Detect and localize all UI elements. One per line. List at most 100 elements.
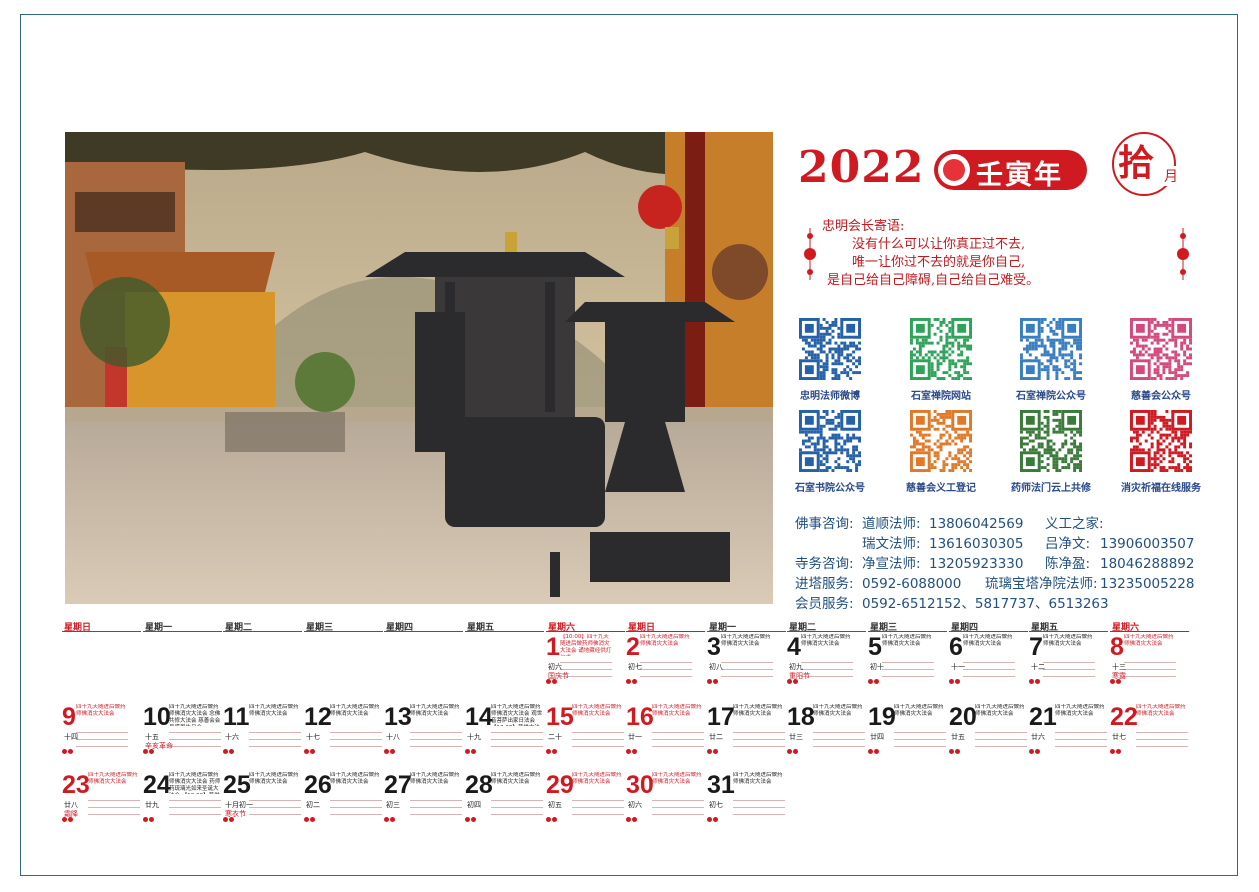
- day-cell[interactable]: 8 四十九天随进后做药师佛消灾大法会 十三 寒露: [1110, 632, 1190, 692]
- lunar-date: 廿六: [1031, 733, 1045, 741]
- qr-code-label: 忠明法师微博: [800, 391, 860, 402]
- qr-code-icon[interactable]: [1019, 410, 1082, 472]
- day-cell[interactable]: 26 四十九天随进后做药师佛消灾大法会 初二: [304, 770, 384, 830]
- day-number: 24: [143, 771, 171, 799]
- lunar-date: 十二: [1031, 663, 1045, 671]
- message-line: 是自己给自己障碍,自己给自己难受。: [827, 273, 1040, 288]
- day-event: 四十九天随进后做药师佛消灾大法会: [894, 704, 944, 717]
- day-cell[interactable]: 30 四十九天随进后做药师佛消灾大法会 初六: [626, 770, 706, 830]
- lunar-date: 初七: [628, 663, 642, 671]
- day-notes: [465, 749, 545, 756]
- day-cell[interactable]: 22 四十九天随进后做药师佛消灾大法会 廿七: [1110, 702, 1190, 762]
- qr-code-label: 慈善会义工登记: [906, 483, 976, 494]
- day-cell[interactable]: 2 四十九天随进后做药师佛消灾大法会 初七: [626, 632, 706, 692]
- day-cell[interactable]: 28 四十九天随进后做药师佛消灾大法会 初四: [465, 770, 545, 830]
- day-cell[interactable]: 17 四十九天随进后做药师佛消灾大法会 廿二: [707, 702, 787, 762]
- day-notes: [62, 749, 142, 756]
- day-event: 四十九天随进后做药师佛消灾大法会: [652, 772, 702, 785]
- day-number: 25: [223, 771, 251, 799]
- day-cell[interactable]: 21 四十九天随进后做药师佛消灾大法会 廿六: [1029, 702, 1109, 762]
- day-cell[interactable]: 31 四十九天随进后做药师佛消灾大法会 初七: [707, 770, 787, 830]
- qr-code-icon[interactable]: [1130, 410, 1192, 472]
- day-number: 18: [787, 703, 815, 731]
- day-cell[interactable]: 14四十九天随进后做药师佛消灾大法会 观世音菩萨出家日法会 【13:00】普供大…: [465, 702, 545, 762]
- day-notes: [304, 749, 384, 756]
- day-notes: [707, 749, 787, 756]
- day-notes: [143, 749, 223, 756]
- day-number: 1: [546, 633, 560, 661]
- day-event: 四十九天随进后做药师佛消灾大法会: [76, 704, 126, 717]
- day-notes: [465, 817, 545, 824]
- day-event: 四十九天随进后做药师佛消灾大法会: [410, 704, 460, 717]
- day-cell[interactable]: 1【10:00】四十九天随进后做药师佛消灾大法会 诵地藏经供灯仪式初六国庆节: [546, 632, 626, 692]
- day-event: 四十九天随进后做药师佛消灾大法会: [652, 704, 702, 717]
- day-event: 四十九天随进后做药师佛消灾大法会: [1124, 634, 1174, 647]
- day-cell[interactable]: 4 四十九天随进后做药师佛消灾大法会 初九 重阳节: [787, 632, 867, 692]
- day-cell[interactable]: 3 四十九天随进后做药师佛消灾大法会 初八: [707, 632, 787, 692]
- day-notes: [1029, 679, 1109, 686]
- lunar-date: 初二: [306, 801, 320, 809]
- qr-code-icon[interactable]: [799, 410, 861, 472]
- day-cell[interactable]: 16 四十九天随进后做药师佛消灾大法会 廿一: [626, 702, 706, 762]
- day-cell[interactable]: 23 四十九天随进后做药师佛消灾大法会 廿八 霜降: [62, 770, 142, 830]
- qr-code-icon[interactable]: [910, 318, 972, 380]
- qr-code-icon[interactable]: [1019, 318, 1082, 380]
- day-number: 15: [546, 703, 574, 731]
- day-notes: [384, 749, 464, 756]
- left-ornament-icon: [804, 228, 816, 280]
- day-cell[interactable]: 25 四十九天随进后做药师佛消灾大法会 十月初一 寒衣节: [223, 770, 303, 830]
- day-event: 四十九天随进后做药师佛消灾大法会: [963, 634, 1013, 647]
- day-cell[interactable]: 13 四十九天随进后做药师佛消灾大法会 十八: [384, 702, 464, 762]
- day-notes: [62, 817, 142, 824]
- day-event: 四十九天随进后做药师佛消灾大法会: [813, 704, 863, 717]
- lunar-date: 初八: [709, 663, 723, 671]
- day-event: 四十九天随进后做药师佛消灾大法会: [1043, 634, 1093, 647]
- lunar-date: 廿九: [145, 801, 159, 809]
- lunar-date: 十八: [386, 733, 400, 741]
- day-cell[interactable]: 29 四十九天随进后做药师佛消灾大法会 初五: [546, 770, 626, 830]
- day-notes: [546, 679, 626, 686]
- qr-code-item: 石室禅院公众号: [996, 318, 1106, 402]
- qr-code-icon[interactable]: [799, 318, 861, 380]
- qr-code-item: 忠明法师微博: [775, 318, 885, 402]
- lunar-date: 初三: [386, 801, 400, 809]
- day-cell[interactable]: 6 四十九天随进后做药师佛消灾大法会 十一: [949, 632, 1029, 692]
- day-event: 四十九天随进后做药师佛消灾大法会 观世音菩萨出家日法会 【13:00】普供大法会: [491, 704, 543, 726]
- tiger-icon: [938, 154, 970, 186]
- day-event: 四十九天随进后做药师佛消灾大法会: [882, 634, 932, 647]
- day-cell[interactable]: 5 四十九天随进后做药师佛消灾大法会 初十: [868, 632, 948, 692]
- day-cell[interactable]: 9 四十九天随进后做药师佛消灾大法会 十四: [62, 702, 142, 762]
- day-cell[interactable]: 11 四十九天随进后做药师佛消灾大法会 十六: [223, 702, 303, 762]
- lunar-date: 初十: [870, 663, 884, 671]
- day-number: 8: [1110, 633, 1124, 661]
- message-line: 唯一让你过不去的就是你自己,: [852, 255, 1026, 270]
- calendar-header: 2022 壬寅年 拾 月: [798, 132, 1198, 198]
- day-cell[interactable]: 7 四十九天随进后做药师佛消灾大法会十二: [1029, 632, 1109, 692]
- day-cell[interactable]: 24四十九天随进后做药师佛消灾大法会 药师药琉璃光如来圣诞大法会 【10:00】…: [143, 770, 223, 830]
- month-number: 拾: [1118, 142, 1155, 184]
- day-cell[interactable]: 10四十九天随进后做药师佛消灾大法会 念佛共修大法会 慈善会会员感恩生日会十五辛…: [143, 702, 223, 762]
- day-number: 19: [868, 703, 896, 731]
- qr-code-icon[interactable]: [910, 410, 972, 472]
- message-line: 没有什么可以让你真正过不去,: [852, 237, 1026, 252]
- qr-code-item: 药师法门云上共修: [996, 410, 1106, 494]
- day-number: 7: [1029, 633, 1043, 661]
- day-cell[interactable]: 18 四十九天随进后做药师佛消灾大法会 廿三: [787, 702, 867, 762]
- day-notes: [1029, 749, 1109, 756]
- day-cell[interactable]: 27 四十九天随进后做药师佛消灾大法会 初三: [384, 770, 464, 830]
- qr-code-item: 慈善会义工登记: [886, 410, 996, 494]
- day-notes: [626, 817, 706, 824]
- qr-code-icon[interactable]: [1130, 318, 1192, 380]
- qr-code-label: 消灾祈福在线服务: [1121, 483, 1201, 494]
- day-number: 23: [62, 771, 90, 799]
- day-notes: [1110, 749, 1190, 756]
- day-cell[interactable]: 20 四十九天随进后做药师佛消灾大法会 廿五: [949, 702, 1029, 762]
- day-number: 16: [626, 703, 654, 731]
- day-notes: [868, 679, 948, 686]
- year-name-badge: 壬寅年: [934, 150, 1087, 191]
- day-cell[interactable]: 15 四十九天随进后做药师佛消灾大法会 二十: [546, 702, 626, 762]
- day-number: 10: [143, 703, 171, 731]
- day-cell[interactable]: 19 四十九天随进后做药师佛消灾大法会 廿四: [868, 702, 948, 762]
- day-cell[interactable]: 12 四十九天随进后做药师佛消灾大法会 十七: [304, 702, 384, 762]
- lunar-date: 初五: [548, 801, 562, 809]
